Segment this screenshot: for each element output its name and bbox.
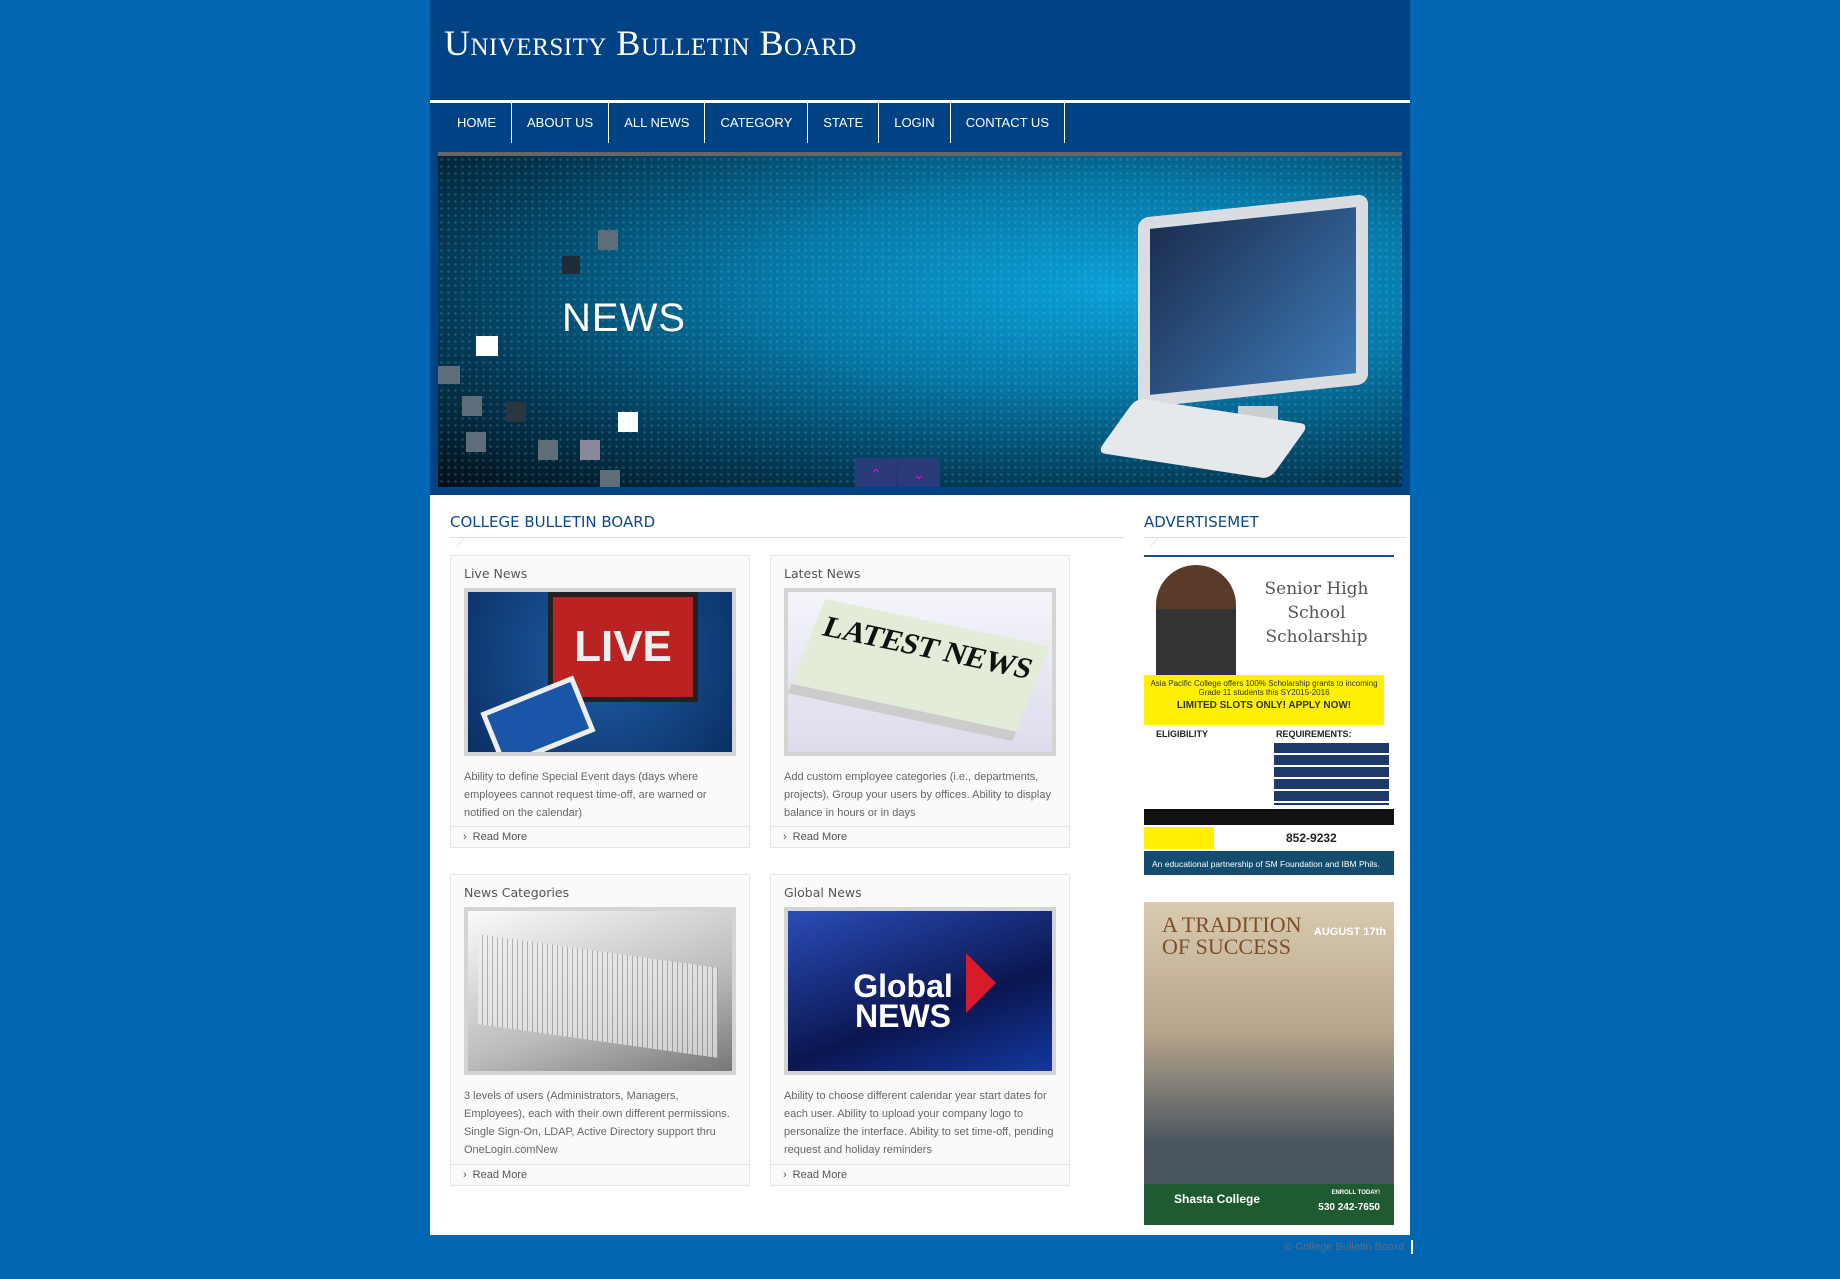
read-more-label: Read More (472, 831, 528, 843)
footer-separator (1411, 1240, 1413, 1254)
banner-title: NEWS (562, 296, 686, 340)
slider-prev-button[interactable]: ⌃ (855, 458, 897, 487)
divider (1144, 537, 1406, 538)
nav-login[interactable]: LOGIN (879, 103, 951, 143)
square-decoration (462, 396, 482, 416)
shasta-college-ad[interactable]: A TRADITION OF SUCCESS AUGUST 17th Shast… (1144, 902, 1394, 1225)
image-text: LATEST NEWS (788, 599, 1051, 741)
chevron-up-icon: ⌃ (870, 466, 882, 482)
ad-cta: LIMITED SLOTS ONLY! APPLY NOW! (1176, 700, 1352, 711)
read-more-label: Read More (792, 1169, 848, 1181)
square-decoration (562, 256, 580, 274)
ad-offer: Asia Pacific College offers 100% Scholar… (1144, 675, 1384, 725)
nav-state[interactable]: STATE (808, 103, 880, 143)
student-photo (1156, 565, 1236, 675)
site-header: University Bulletin Board (430, 0, 1410, 100)
read-more-link[interactable]: › Read More (771, 1164, 1069, 1185)
ad-phone: 852-9232 (1286, 831, 1337, 845)
card-description: Ability to choose different calendar yea… (784, 1090, 1054, 1156)
ad2-heading: A TRADITION OF SUCCESS (1162, 912, 1302, 959)
ad-partner: An educational partnership of SM Foundat… (1144, 851, 1394, 875)
ad-interested-band (1144, 827, 1214, 849)
square-decoration (618, 412, 638, 432)
sidebar-title: ADVERTISEMET (1144, 513, 1259, 531)
divider (450, 537, 1124, 538)
live-news-image[interactable]: LIVE (464, 588, 736, 756)
global-logo-arrow (966, 953, 996, 1013)
card-description: Ability to define Special Event days (da… (464, 771, 707, 819)
ad-eligibility: ELIGIBILITY (1156, 729, 1209, 739)
square-decoration (506, 402, 526, 422)
chevron-right-icon: › (463, 1169, 467, 1181)
slider-next-button[interactable]: ⌄ (898, 458, 940, 487)
ad-offer-text: Asia Pacific College offers 100% Scholar… (1150, 679, 1378, 697)
tablet-illustration (480, 675, 596, 752)
computer-illustration (1138, 193, 1368, 409)
ad-submit-band (1144, 809, 1394, 825)
divider-notch (1149, 537, 1169, 547)
section-title: COLLEGE BULLETIN BOARD (450, 513, 656, 531)
square-decoration (466, 432, 486, 452)
ad-heading: Senior High School Scholarship (1264, 579, 1369, 647)
news-card: News Categories 3 levels of users (Admin… (450, 874, 750, 1186)
divider-notch (455, 537, 475, 547)
news-card: Global News Global NEWS Ability to choos… (770, 874, 1070, 1186)
read-more-link[interactable]: › Read More (451, 826, 749, 847)
square-decoration (538, 440, 558, 460)
card-title: Live News (464, 566, 528, 581)
read-more-label: Read More (792, 831, 848, 843)
newspapers-image[interactable] (464, 907, 736, 1075)
site-title[interactable]: University Bulletin Board (444, 22, 857, 64)
square-decoration (438, 366, 460, 384)
card-title: News Categories (464, 885, 570, 900)
chevron-right-icon: › (463, 831, 467, 843)
read-more-link[interactable]: › Read More (451, 1164, 749, 1185)
requirements-list (1274, 743, 1389, 805)
newspaper-stack (478, 934, 718, 1058)
chevron-right-icon: › (783, 1169, 787, 1181)
read-more-label: Read More (472, 1169, 528, 1181)
square-decoration (600, 470, 620, 487)
news-card: Latest News LATEST NEWS Add custom emplo… (770, 555, 1070, 848)
scholarship-ad[interactable]: Senior High School Scholarship Asia Paci… (1144, 555, 1394, 875)
main-nav: HOME ABOUT US ALL NEWS CATEGORY STATE LO… (430, 100, 1410, 145)
chevron-right-icon: › (783, 831, 787, 843)
ad2-footer: Shasta College ENROLL TODAY! 530 242-765… (1144, 1184, 1394, 1225)
card-title: Global News (784, 885, 862, 900)
banner-slide: NEWS ⌃ ⌄ (438, 152, 1402, 487)
ad2-phone: 530 242-7650 (1318, 1202, 1380, 1213)
content-area: COLLEGE BULLETIN BOARD Live News LIVE Ab… (430, 495, 1410, 1235)
card-description: Add custom employee categories (i.e., de… (784, 771, 1051, 819)
nav-category[interactable]: CATEGORY (705, 103, 809, 143)
news-card: Live News LIVE Ability to define Special… (450, 555, 750, 848)
ad2-date: AUGUST 17th (1313, 926, 1386, 938)
square-decoration (476, 336, 498, 356)
nav-all-news[interactable]: ALL NEWS (609, 103, 706, 143)
nav-contact-us[interactable]: CONTACT US (951, 103, 1065, 143)
ad2-school: Shasta College (1174, 1192, 1261, 1206)
card-title: Latest News (784, 566, 861, 581)
ad-requirements: REQUIREMENTS: (1276, 729, 1352, 739)
nav-home[interactable]: HOME (442, 103, 512, 143)
banner-slider: NEWS ⌃ ⌄ (430, 145, 1410, 495)
latest-news-image[interactable]: LATEST NEWS (784, 588, 1056, 756)
image-text: Global NEWS (853, 968, 953, 1034)
square-decoration (598, 230, 618, 250)
footer-copyright: © College Bulletin Board (1284, 1241, 1405, 1253)
square-decoration (580, 440, 600, 460)
nav-about-us[interactable]: ABOUT US (512, 103, 610, 143)
global-news-image[interactable]: Global NEWS (784, 907, 1056, 1075)
read-more-link[interactable]: › Read More (771, 826, 1069, 847)
ad2-enroll: ENROLL TODAY! (1331, 1190, 1380, 1196)
chevron-down-icon: ⌄ (913, 466, 925, 482)
card-description: 3 levels of users (Administrators, Manag… (464, 1090, 730, 1156)
